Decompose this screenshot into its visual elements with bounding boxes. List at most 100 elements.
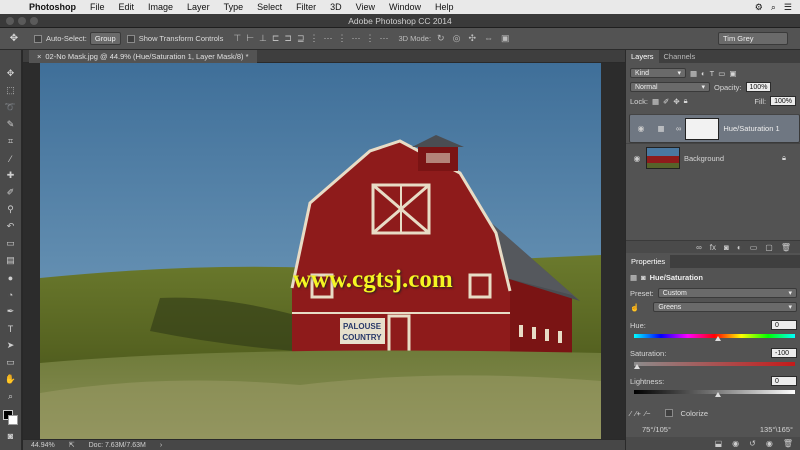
tab-layers[interactable]: Layers [626,50,659,63]
menu-select[interactable]: Select [250,2,289,12]
align-buttons[interactable]: ⊤ ⊢ ⊥ ⊏ ⊐ ⊒ ⋮ ⋯ ⋮ ⋯ ⋮ ⋯ [233,33,388,44]
visibility-eye-icon[interactable]: ◉ [766,439,773,448]
path-select-tool-icon[interactable]: ➤ [3,338,19,353]
history-brush-tool-icon[interactable]: ↶ [3,219,19,234]
lightness-slider-knob[interactable] [714,392,721,397]
auto-select-checkbox[interactable] [34,34,42,43]
chevron-right-icon[interactable]: › [160,442,162,449]
hue-slider[interactable] [634,334,795,341]
mask-icon[interactable]: ◙ [641,273,646,282]
quick-mask-icon[interactable]: ◙ [3,428,19,443]
filter-kind-dropdown[interactable]: Kind ▾ [630,68,686,78]
range-dropdown[interactable]: Greens ▾ [653,302,797,312]
healing-tool-icon[interactable]: ✚ [3,168,19,183]
3d-mode-buttons[interactable]: ↻ ◎ ✣ ⇔ ▣ [437,33,509,44]
hue-field[interactable]: 0 [771,320,797,330]
menu-type[interactable]: Type [217,2,251,12]
saturation-slider[interactable] [634,362,795,369]
eyedropper-tool-icon[interactable]: ⁄ [3,151,19,166]
canvas-area[interactable]: PALOUSE COUNTRY www.cgtsj.com [23,63,625,439]
eyedropper-plus-icon[interactable]: ⁄+ [635,409,641,418]
fx-icon[interactable]: fx [710,243,716,252]
shape-tool-icon[interactable]: ▭ [3,355,19,370]
lock-pixels-icon[interactable]: ✐ [663,97,669,106]
lock-transparent-icon[interactable]: ▦ [652,97,659,106]
layer-mask-thumbnail[interactable] [685,117,720,140]
workspace-dropdown[interactable]: Tim Grey [718,32,788,45]
close-icon[interactable]: × [37,52,41,61]
share-icon[interactable]: ⇱ [69,441,75,449]
trash-icon[interactable]: 🗑︎ [781,243,791,252]
zoom-tool-icon[interactable]: ⌕ [3,389,19,404]
layer-row[interactable]: ◉ ▦ ∞ Hue/Saturation 1 [629,114,800,143]
search-icon[interactable]: ⌕ [771,2,776,13]
menu-photoshop[interactable]: Photoshop [22,2,83,12]
filter-adjust-icon[interactable]: ◐ [701,69,706,78]
new-adjustment-icon[interactable]: ◐ [737,243,742,252]
color-swatches[interactable] [2,410,19,426]
menu-filter[interactable]: Filter [289,2,323,12]
saturation-field[interactable]: -100 [771,348,797,358]
clone-stamp-tool-icon[interactable]: ⚲ [3,202,19,217]
lightness-slider[interactable] [634,390,795,397]
menu-edit[interactable]: Edit [112,2,142,12]
new-group-icon[interactable]: ▭ [750,243,758,252]
filter-shape-icon[interactable]: ▭ [718,69,725,78]
lock-position-icon[interactable]: ✥ [673,97,679,106]
crop-tool-icon[interactable]: ⌗ [3,134,19,149]
targeted-adjust-hand-icon[interactable]: ☝ [630,303,639,312]
menu-layer[interactable]: Layer [180,2,217,12]
menu-view[interactable]: View [349,2,382,12]
hue-slider-knob[interactable] [714,336,721,341]
show-transform-checkbox[interactable] [126,34,135,43]
move-tool-icon[interactable]: ✥ [0,33,28,44]
document-tab[interactable]: × 02-No Mask.jpg @ 44.9% (Hue/Saturation… [29,50,257,63]
tab-properties[interactable]: Properties [626,255,671,268]
filter-smart-icon[interactable]: ▣ [729,69,736,78]
fill-field[interactable]: 100% [770,96,796,106]
layer-row[interactable]: ◉ Background 🔒︎ [626,143,800,172]
adjustment-icon[interactable]: ▦ [630,273,637,282]
image-canvas[interactable]: PALOUSE COUNTRY [40,63,601,439]
blend-mode-dropdown[interactable]: Normal ▾ [630,82,710,92]
lightness-field[interactable]: 0 [771,376,797,386]
visibility-eye-icon[interactable]: ◉ [636,124,646,133]
zoom-readout[interactable]: 44.94% [31,442,55,449]
layer-name[interactable]: Background [684,154,724,163]
layer-thumbnail[interactable] [646,147,680,169]
eyedropper-minus-icon[interactable]: ⁄− [645,409,651,418]
list-icon[interactable]: ☰ [784,2,792,13]
marquee-tool-icon[interactable]: ⬚ [3,83,19,98]
new-layer-icon[interactable]: ▢ [765,243,773,252]
type-tool-icon[interactable]: T [3,321,19,336]
menu-3d[interactable]: 3D [323,2,349,12]
lasso-tool-icon[interactable]: ➰ [3,100,19,115]
gradient-tool-icon[interactable]: ▤ [3,253,19,268]
clip-to-layer-icon[interactable]: ⬓ [715,439,723,448]
menu-help[interactable]: Help [428,2,461,12]
eraser-tool-icon[interactable]: ▭ [3,236,19,251]
add-mask-icon[interactable]: ◙ [724,243,729,252]
lock-all-icon[interactable]: 🔒︎ [684,96,688,106]
layer-name[interactable]: Hue/Saturation 1 [723,124,779,133]
link-layers-icon[interactable]: ∞ [696,243,702,252]
tab-channels[interactable]: Channels [659,50,701,63]
eyedropper-icon[interactable]: ⁄ [630,409,631,418]
gear-icon[interactable]: ⚙ [755,2,763,13]
opacity-field[interactable]: 100% [745,82,772,92]
dodge-tool-icon[interactable]: ◔ [3,287,19,302]
preset-dropdown[interactable]: Custom ▾ [657,288,797,298]
visibility-eye-icon[interactable]: ◉ [632,154,642,163]
quick-select-tool-icon[interactable]: ✎ [3,117,19,132]
link-icon[interactable]: ∞ [676,124,681,133]
menu-file[interactable]: File [83,2,112,12]
blur-tool-icon[interactable]: ● [3,270,19,285]
view-previous-icon[interactable]: ◉ [732,439,739,448]
pen-tool-icon[interactable]: ✒ [3,304,19,319]
saturation-slider-knob[interactable] [634,364,640,369]
move-tool-icon[interactable]: ✥ [3,66,19,81]
filter-pixel-icon[interactable]: ▦ [690,69,697,78]
window-controls[interactable] [6,17,38,25]
menu-window[interactable]: Window [382,2,428,12]
reset-icon[interactable]: ↺ [749,439,756,448]
